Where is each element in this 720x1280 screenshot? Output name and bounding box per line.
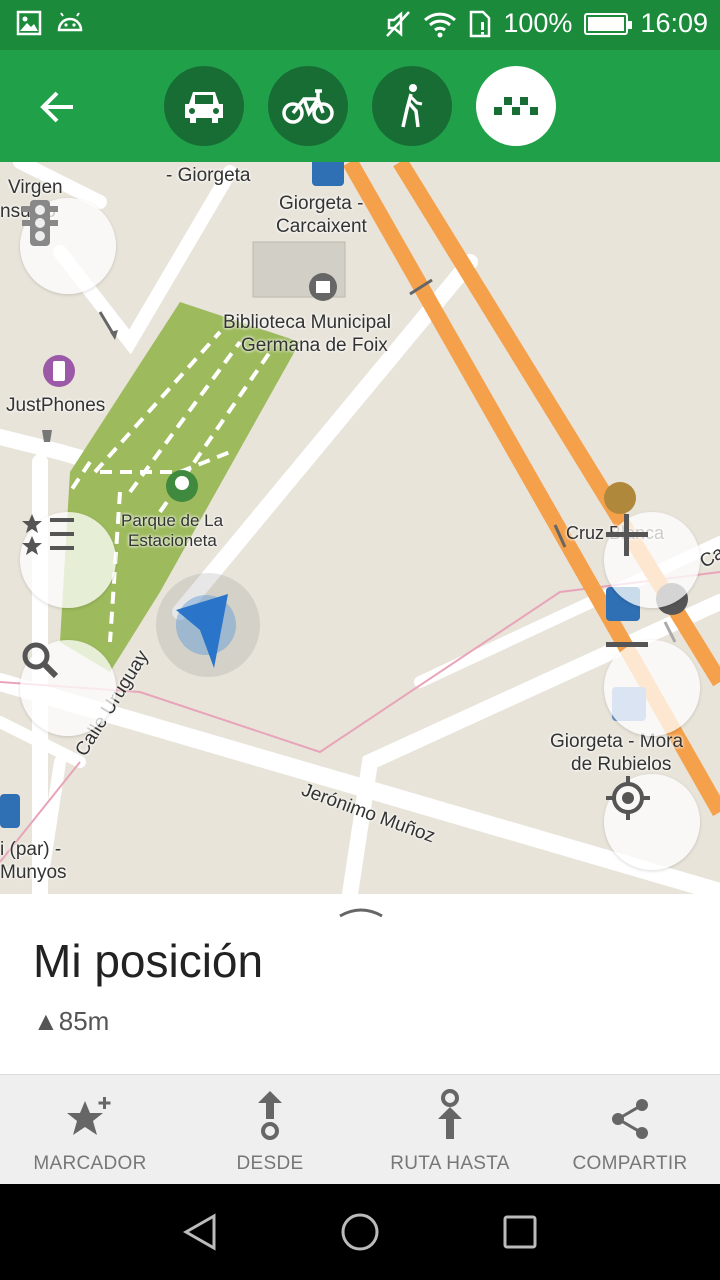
route-from-icon bbox=[258, 1091, 282, 1140]
clock: 16:09 bbox=[640, 8, 708, 38]
map-label-parque-2: Estacioneta bbox=[128, 531, 217, 550]
route-to-action[interactable]: RUTA HASTA bbox=[360, 1075, 540, 1185]
sheet-handle-icon[interactable] bbox=[338, 904, 384, 918]
share-action-label: COMPARTIR bbox=[572, 1153, 688, 1174]
android-notification-icon bbox=[57, 12, 83, 32]
share-icon bbox=[612, 1099, 648, 1139]
star-plus-icon bbox=[67, 1097, 111, 1135]
mode-car-button[interactable] bbox=[164, 66, 244, 146]
bookmarks-list-button[interactable] bbox=[20, 512, 116, 608]
starred-list-icon bbox=[22, 514, 74, 555]
car-icon bbox=[185, 92, 223, 123]
route-from-action-label: DESDE bbox=[236, 1153, 304, 1174]
map-label-par-1: i (par) - bbox=[0, 839, 62, 860]
map-label-virgen: Virgen bbox=[8, 177, 63, 198]
map-label-giorgeta-top: - Giorgeta bbox=[166, 165, 251, 186]
route-to-action-label: RUTA HASTA bbox=[390, 1153, 510, 1174]
walk-icon bbox=[401, 84, 423, 128]
crosshair-icon bbox=[606, 776, 650, 820]
my-location-button[interactable] bbox=[604, 774, 700, 870]
bookmark-action-label: MARCADOR bbox=[33, 1153, 147, 1174]
mute-icon bbox=[386, 10, 411, 37]
place-title: Mi posición bbox=[33, 935, 264, 987]
minus-icon bbox=[606, 642, 648, 647]
search-button[interactable] bbox=[20, 640, 116, 736]
bookmark-action[interactable]: MARCADOR bbox=[0, 1075, 180, 1185]
mode-walk-button[interactable] bbox=[372, 66, 452, 146]
nav-back-button[interactable] bbox=[178, 1210, 222, 1254]
map-label-giorgeta-carcaixent-2: Carcaixent bbox=[276, 216, 367, 237]
bicycle-icon bbox=[282, 89, 334, 124]
search-icon bbox=[22, 642, 59, 679]
gallery-notification-icon bbox=[16, 10, 42, 36]
back-button[interactable] bbox=[30, 80, 84, 134]
share-action[interactable]: COMPARTIR bbox=[540, 1075, 720, 1185]
taxi-icon bbox=[494, 97, 538, 115]
map-label-justphones: JustPhones bbox=[6, 395, 106, 416]
map-view[interactable]: Virgen nsuelo - Giorgeta Giorgeta - Carc… bbox=[0, 162, 720, 894]
system-nav-bar bbox=[0, 1184, 720, 1280]
traffic-button[interactable] bbox=[20, 198, 116, 294]
battery-percent: 100% bbox=[503, 8, 573, 38]
mode-bicycle-button[interactable] bbox=[268, 66, 348, 146]
nav-recents-icon bbox=[503, 1215, 537, 1249]
elevation-label: ▲85m bbox=[33, 1006, 110, 1036]
back-arrow-icon bbox=[40, 91, 73, 123]
zoom-out-button[interactable] bbox=[604, 640, 700, 736]
route-to-icon bbox=[438, 1089, 462, 1139]
map-label-biblioteca-2: Germana de Foix bbox=[241, 335, 388, 356]
sim-icon bbox=[470, 10, 491, 37]
wifi-icon bbox=[424, 12, 457, 37]
route-from-action[interactable]: DESDE bbox=[180, 1075, 360, 1185]
place-sheet[interactable]: Mi posición ▲85m bbox=[0, 894, 720, 1074]
map-label-mora-2: de Rubielos bbox=[571, 754, 672, 775]
battery-icon bbox=[584, 12, 633, 35]
map-label-biblioteca-1: Biblioteca Municipal bbox=[223, 312, 391, 333]
mode-taxi-button[interactable] bbox=[476, 66, 556, 146]
place-actions-bar: MARCADOR DESDE RUTA HASTA COMPARTIR bbox=[0, 1074, 720, 1184]
nav-back-icon bbox=[182, 1213, 216, 1251]
nav-home-icon bbox=[341, 1213, 379, 1251]
zoom-in-button[interactable] bbox=[604, 512, 700, 608]
nav-home-button[interactable] bbox=[338, 1210, 382, 1254]
traffic-light-icon bbox=[22, 200, 58, 246]
nav-recents-button[interactable] bbox=[498, 1210, 542, 1254]
plus-icon bbox=[606, 514, 648, 556]
status-bar: 100% 16:09 bbox=[0, 0, 720, 50]
map-label-giorgeta-carcaixent-1: Giorgeta - bbox=[279, 193, 364, 214]
map-label-par-2: Munyos bbox=[0, 862, 67, 883]
route-mode-toolbar bbox=[0, 50, 720, 162]
